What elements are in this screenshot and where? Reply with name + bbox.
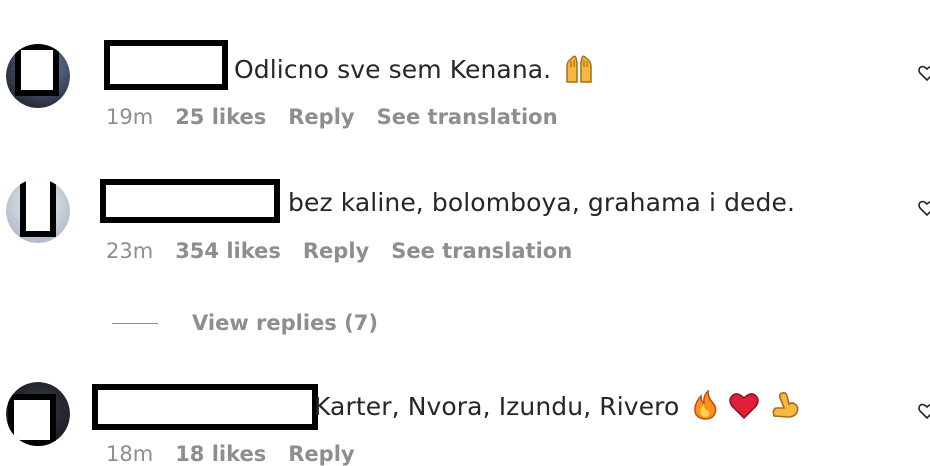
reply-button[interactable]: Reply (303, 239, 369, 263)
like-heart-icon[interactable] (918, 402, 930, 420)
comment-text-content: bez kaline, bolomboya, grahama i dede. (288, 188, 796, 217)
reply-button[interactable]: Reply (288, 105, 354, 129)
comment-meta: 18m 18 likes Reply (106, 442, 355, 466)
like-heart-icon[interactable] (918, 64, 930, 82)
red-heart-emoji-icon (728, 390, 760, 426)
comment-item: Odlicno sve sem Kenana. 19m 25 likes Rep… (0, 0, 930, 129)
comment-item: bez kaline, bolomboya, grahama i dede. 2… (0, 135, 930, 263)
avatar-redaction (15, 44, 59, 96)
comment-time: 18m (106, 442, 154, 466)
comment-text-content: Karter, Nvora, Izundu, Rivero (314, 392, 680, 421)
avatar-redaction (8, 394, 56, 446)
username-redaction[interactable] (100, 179, 280, 223)
replies-divider-line (112, 322, 158, 324)
reply-button[interactable]: Reply (288, 442, 354, 466)
raising-hands-emoji-icon (563, 53, 595, 89)
comment-meta: 19m 25 likes Reply See translation (106, 105, 558, 129)
flexed-biceps-emoji-icon (770, 390, 800, 426)
see-translation-button[interactable]: See translation (391, 239, 572, 263)
view-replies-label[interactable]: View replies (7) (192, 311, 378, 335)
comment-time: 19m (106, 105, 154, 129)
avatar[interactable] (6, 44, 70, 108)
comment-text: bez kaline, bolomboya, grahama i dede. (288, 188, 795, 217)
comment-meta: 23m 354 likes Reply See translation (106, 239, 572, 263)
avatar-redaction (20, 179, 56, 237)
username-redaction[interactable] (92, 384, 318, 430)
likes-count[interactable]: 354 likes (175, 239, 281, 263)
view-replies-button[interactable]: View replies (7) (112, 310, 378, 336)
avatar[interactable] (6, 382, 70, 446)
comment-time: 23m (106, 239, 154, 263)
see-translation-button[interactable]: See translation (377, 105, 558, 129)
username-redaction[interactable] (104, 40, 228, 90)
comment-text: Karter, Nvora, Izundu, Rivero (314, 389, 800, 426)
like-heart-icon[interactable] (918, 199, 930, 217)
fire-emoji-icon (691, 389, 719, 426)
comment-text-content: Odlicno sve sem Kenana. (234, 55, 552, 84)
likes-count[interactable]: 25 likes (175, 105, 266, 129)
avatar[interactable] (6, 179, 70, 243)
likes-count[interactable]: 18 likes (175, 442, 266, 466)
comment-item: Karter, Nvora, Izundu, Rivero 18m 18 lik… (0, 340, 930, 466)
comment-text: Odlicno sve sem Kenana. (234, 53, 595, 89)
